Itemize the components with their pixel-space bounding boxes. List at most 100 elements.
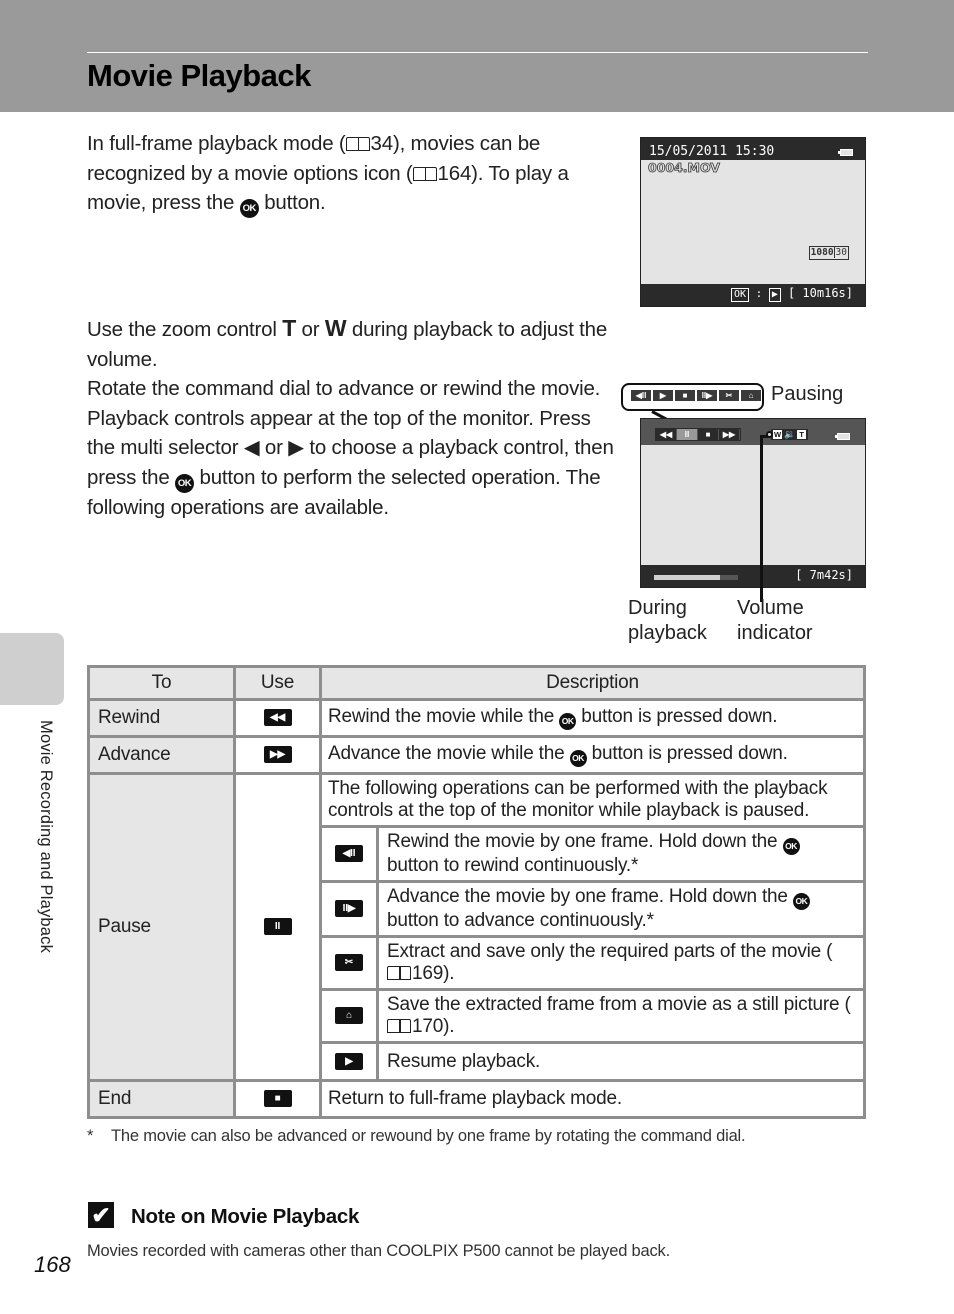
stop-icon: ■: [675, 390, 695, 401]
footnote-text: The movie can also be advanced or rewoun…: [111, 1127, 746, 1145]
ok-button-icon: OK: [175, 473, 195, 493]
sub-description: Advance the movie by one frame. Hold dow…: [376, 880, 866, 938]
sub-use: II▶: [319, 880, 379, 938]
note-check-icon: ✔: [88, 1202, 114, 1228]
row-description: Rewind the movie while the OK button is …: [319, 698, 866, 738]
pause-controls: ◀II ▶ ■ II▶ ✂ ⌂: [631, 390, 761, 401]
playback-screen-illustration: ◀◀ II ■ ▶▶ W 🔉 T [ 7m42s]: [640, 418, 866, 588]
row-to: Advance: [87, 735, 236, 775]
remaining-time: [ 7m42s]: [795, 568, 853, 582]
row-use: ■: [233, 1079, 322, 1119]
row-use: II: [233, 772, 322, 1082]
text: Save the extracted frame from a movie as…: [387, 994, 851, 1015]
page-number: 168: [34, 1252, 71, 1277]
playback-progress-bar: [654, 575, 738, 580]
rewind-icon: ◀◀: [656, 429, 677, 440]
header-use: Use: [233, 665, 322, 701]
date-time: 15/05/2011 15:30: [649, 144, 775, 159]
operations-table: To Use Description Rewind ◀◀ Rewind the …: [87, 665, 866, 1119]
row-to: Pause: [87, 772, 236, 1082]
zoom-t-icon: T: [282, 315, 297, 341]
frame-advance-icon: II▶: [335, 900, 363, 918]
frame-rewind-icon: ◀II: [335, 845, 363, 863]
row-description: Advance the movie while the OK button is…: [319, 735, 866, 775]
scissors-icon: ✂: [719, 390, 739, 401]
zoom-w-icon: W: [324, 315, 347, 341]
advance-icon: ▶▶: [719, 429, 740, 440]
text: ).: [443, 1016, 455, 1037]
text: Advance the movie by one frame. Hold dow…: [387, 886, 793, 907]
intro-paragraph: In full-frame playback mode (34), movies…: [87, 129, 617, 218]
row-description: The following operations can be performe…: [319, 772, 866, 828]
sub-description: Save the extracted frame from a movie as…: [376, 988, 866, 1044]
multi-selector-right-icon: ▶: [288, 436, 304, 459]
book-reference-icon: [387, 1019, 411, 1033]
sub-description: Rewind the movie by one frame. Hold down…: [376, 825, 866, 883]
file-name: 0004.MOV: [648, 160, 721, 176]
text: In full-frame playback mode (: [87, 132, 346, 155]
pausing-label: Pausing: [771, 383, 844, 405]
caption-line: During: [628, 597, 687, 619]
stop-icon: ■: [263, 1090, 292, 1108]
row-use: ◀◀: [233, 698, 322, 738]
play-icon: ▶: [768, 288, 781, 302]
save-frame-icon: ⌂: [741, 390, 761, 401]
sub-use: ▶: [319, 1041, 379, 1082]
ok-play-hint: OK : ▶: [731, 287, 781, 302]
row-to: End: [87, 1079, 236, 1119]
text: button to rewind continuously.*: [387, 855, 639, 876]
movie-length: [ 10m16s]: [787, 286, 853, 300]
table-row: Advance ▶▶ Advance the movie while the O…: [87, 735, 866, 775]
text: button is pressed down.: [586, 743, 788, 764]
header-band: [0, 0, 954, 112]
header-to: To: [87, 665, 236, 701]
movie-fps: 30: [833, 247, 847, 258]
page-reference[interactable]: 170: [412, 1016, 443, 1037]
page-reference[interactable]: 164: [438, 162, 472, 185]
ok-button-icon: OK: [559, 713, 577, 730]
sub-description: Extract and save only the required parts…: [376, 935, 866, 991]
movie-options-icon: 1080 30: [808, 246, 849, 260]
footnote: * The movie can also be advanced or rewou…: [87, 1127, 746, 1146]
frame-rewind-icon: ◀II: [631, 390, 651, 401]
book-reference-icon: [387, 966, 411, 980]
table-row: End ■ Return to full-frame playback mode…: [87, 1079, 866, 1119]
sub-description: Resume playback.: [376, 1041, 866, 1082]
text: or: [259, 436, 289, 459]
screen-bottom-bar: OK : ▶ [ 10m16s]: [641, 284, 865, 306]
movie-resolution: 1080: [810, 247, 834, 258]
volume-indicator: W 🔉 T: [771, 429, 809, 440]
header-description: Description: [319, 665, 866, 701]
fullframe-screen-illustration: 15/05/2011 15:30 0004.MOV 1080 30 OK : ▶ …: [640, 137, 866, 307]
battery-icon: [838, 149, 853, 156]
speaker-icon: 🔉: [784, 429, 796, 439]
advance-icon: ▶▶: [263, 746, 292, 764]
ok-button-icon: OK: [569, 750, 587, 767]
table-row: Rewind ◀◀ Rewind the movie while the OK …: [87, 698, 866, 738]
table-header-row: To Use Description: [87, 665, 866, 701]
play-icon: ▶: [335, 1052, 363, 1070]
stop-icon: ■: [698, 429, 719, 440]
row-description: Return to full-frame playback mode.: [319, 1079, 866, 1119]
text: Advance the movie while the: [328, 743, 570, 764]
scissors-icon: ✂: [335, 954, 363, 972]
page-reference[interactable]: 34: [371, 132, 394, 155]
playback-controls: ◀◀ II ■ ▶▶: [655, 428, 741, 441]
instructions-paragraph: Use the zoom control T or W during playb…: [87, 314, 617, 522]
screen-bottom-bar: [ 7m42s]: [641, 565, 865, 587]
text: ).: [443, 963, 455, 984]
header-rule: [87, 52, 868, 53]
chapter-label: Movie Recording and Playback: [37, 720, 55, 954]
zoom-w-icon: W: [773, 430, 782, 439]
row-use: ▶▶: [233, 735, 322, 775]
note-body: Movies recorded with cameras other than …: [87, 1242, 670, 1260]
pause-icon: II: [677, 429, 698, 440]
ok-button-icon: OK: [782, 838, 800, 855]
text: or: [296, 318, 325, 341]
frame-advance-icon: II▶: [697, 390, 717, 401]
play-icon: ▶: [653, 390, 673, 401]
chapter-tab[interactable]: [0, 633, 64, 705]
page-title: Movie Playback: [87, 58, 311, 93]
page-reference[interactable]: 169: [412, 963, 443, 984]
sub-use: ✂: [319, 935, 379, 991]
